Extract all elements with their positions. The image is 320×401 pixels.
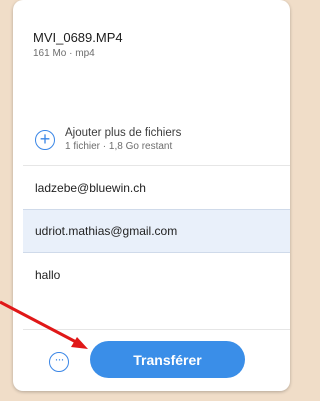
plus-circle-icon[interactable]: + xyxy=(35,129,55,150)
add-files-sub: 1 fichier · 1,8 Go restant xyxy=(65,141,173,152)
file-name: MVI_0689.MP4 xyxy=(33,30,123,45)
sender-email-field[interactable]: ladzebe@bluewin.ch xyxy=(23,166,290,210)
transfer-button[interactable]: Transférer xyxy=(90,341,245,378)
add-files-button[interactable]: + Ajouter plus de fichiers 1 fichier · 1… xyxy=(35,127,181,152)
ellipsis-circle-icon[interactable]: ··· xyxy=(49,352,69,372)
recipient-email-field[interactable]: udriot.mathias@gmail.com xyxy=(23,209,290,253)
message-field[interactable]: hallo xyxy=(23,253,290,297)
add-files-text: Ajouter plus de fichiers 1 fichier · 1,8… xyxy=(65,127,181,152)
file-meta: 161 Mo · mp4 xyxy=(33,48,95,59)
transfer-panel: MVI_0689.MP4 161 Mo · mp4 + Ajouter plus… xyxy=(13,0,290,391)
file-item: MVI_0689.MP4 161 Mo · mp4 xyxy=(33,30,123,59)
divider xyxy=(23,329,290,330)
add-files-label: Ajouter plus de fichiers xyxy=(65,127,182,139)
